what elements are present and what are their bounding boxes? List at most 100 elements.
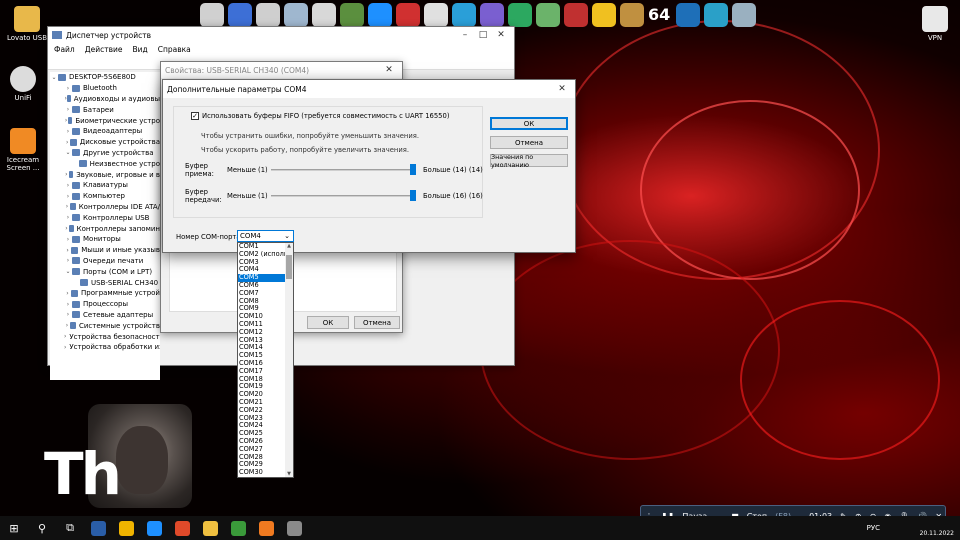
- desktop-app-icon[interactable]: [424, 3, 448, 27]
- com-port-option[interactable]: COM20: [238, 391, 286, 399]
- desktop-app-icon[interactable]: [620, 3, 644, 27]
- taskbar-app-icon[interactable]: [84, 516, 112, 540]
- expand-arrow-icon[interactable]: ›: [64, 106, 72, 113]
- taskbar-app-icon[interactable]: [140, 516, 168, 540]
- close-icon[interactable]: ✕: [553, 84, 571, 94]
- com-port-option[interactable]: COM17: [238, 368, 286, 376]
- com-port-option[interactable]: COM21: [238, 399, 286, 407]
- com-port-option[interactable]: COM7: [238, 290, 286, 298]
- tree-item[interactable]: › Биометрические устро: [50, 115, 160, 126]
- desktop-icon-lovato-usb[interactable]: Lovato USB: [4, 6, 50, 42]
- desktop-icon-unifi[interactable]: UniFi: [0, 66, 46, 102]
- menu-item[interactable]: Вид: [132, 45, 147, 54]
- expand-arrow-icon[interactable]: ›: [64, 171, 69, 178]
- tree-item[interactable]: › Компьютер: [50, 191, 160, 202]
- desktop-app-icon[interactable]: [256, 3, 280, 27]
- tree-item[interactable]: ⌄ Порты (COM и LPT): [50, 266, 160, 277]
- desktop-app-icon[interactable]: [452, 3, 476, 27]
- desktop-app-icon[interactable]: [228, 3, 252, 27]
- ok-button[interactable]: ОК: [490, 117, 568, 130]
- expand-arrow-icon[interactable]: ⌄: [50, 74, 58, 81]
- com-port-select[interactable]: COM4 ⌄: [237, 230, 294, 242]
- com-port-option[interactable]: COM23: [238, 415, 286, 423]
- com-port-option[interactable]: COM19: [238, 383, 286, 391]
- maximize-icon[interactable]: □: [474, 30, 492, 40]
- tree-item[interactable]: ›Устройства обработки изображений: [50, 342, 160, 353]
- desktop-app-icon[interactable]: 64: [648, 3, 672, 27]
- taskbar-app-icon[interactable]: [196, 516, 224, 540]
- tree-item[interactable]: › Программные устрой: [50, 288, 160, 299]
- cancel-button[interactable]: Отмена: [354, 316, 400, 329]
- com-port-option[interactable]: COM5: [238, 274, 286, 282]
- tree-item[interactable]: › Контроллеры USB: [50, 212, 160, 223]
- menu-item[interactable]: Справка: [158, 45, 191, 54]
- cancel-button[interactable]: Отмена: [490, 136, 568, 149]
- desktop-app-icon[interactable]: [676, 3, 700, 27]
- scrollbar-thumb[interactable]: [286, 255, 292, 279]
- tree-item[interactable]: › Мыши и иные указыв: [50, 245, 160, 256]
- expand-arrow-icon[interactable]: ›: [64, 247, 71, 254]
- desktop-app-icon[interactable]: [284, 3, 308, 27]
- expand-arrow-icon[interactable]: ›: [64, 344, 66, 351]
- tree-item[interactable]: › Звуковые, игровые и в: [50, 169, 160, 180]
- com-port-option[interactable]: COM1: [238, 243, 286, 251]
- desktop-app-icon[interactable]: [732, 3, 756, 27]
- tree-item[interactable]: › Устройства безопасности: [50, 331, 160, 342]
- taskbar-app-icon[interactable]: [168, 516, 196, 540]
- taskbar-app-icon[interactable]: [280, 516, 308, 540]
- minimize-icon[interactable]: –: [456, 30, 474, 40]
- desktop-icon-icecream[interactable]: Icecream Screen ...: [0, 128, 46, 172]
- dropdown-scrollbar[interactable]: ▲ ▼: [285, 243, 293, 477]
- expand-arrow-icon[interactable]: ›: [64, 236, 72, 243]
- expand-arrow-icon[interactable]: ⌄: [64, 268, 72, 275]
- com-port-option[interactable]: COM4: [238, 266, 286, 274]
- tree-item[interactable]: › Системные устройств: [50, 320, 160, 331]
- expand-arrow-icon[interactable]: ›: [64, 333, 66, 340]
- com-port-option[interactable]: COM26: [238, 438, 286, 446]
- tx-buffer-slider[interactable]: [271, 195, 413, 197]
- close-icon[interactable]: ✕: [380, 65, 398, 75]
- com-port-option[interactable]: COM24: [238, 422, 286, 430]
- tree-item[interactable]: › Контроллеры IDE ATA/: [50, 202, 160, 213]
- tree-item[interactable]: › Мониторы: [50, 234, 160, 245]
- desktop-app-icon[interactable]: [536, 3, 560, 27]
- search-icon[interactable]: ⚲: [28, 516, 56, 540]
- tree-item[interactable]: USB-SERIAL CH340: [50, 277, 160, 288]
- task-view-icon[interactable]: ⧉: [56, 516, 84, 540]
- desktop-app-icon[interactable]: [368, 3, 392, 27]
- ok-button[interactable]: ОК: [307, 316, 349, 329]
- tree-item[interactable]: › Батареи: [50, 104, 160, 115]
- taskbar-app-icon[interactable]: [112, 516, 140, 540]
- tree-item[interactable]: › Сетевые адаптеры: [50, 310, 160, 321]
- com-port-option[interactable]: COM18: [238, 376, 286, 384]
- tree-item[interactable]: › Дисковые устройства: [50, 137, 160, 148]
- desktop-app-icon[interactable]: [592, 3, 616, 27]
- desktop-app-icon[interactable]: [564, 3, 588, 27]
- expand-arrow-icon[interactable]: ›: [64, 85, 72, 92]
- desktop-app-icon[interactable]: [508, 3, 532, 27]
- fifo-checkbox[interactable]: ✓: [191, 112, 199, 120]
- tree-item[interactable]: › Bluetooth: [50, 83, 160, 94]
- rx-slider-thumb[interactable]: [410, 164, 416, 175]
- tree-item[interactable]: ⌄ DESKTOP-5S6E80D: [50, 72, 160, 83]
- desktop-app-icon[interactable]: [704, 3, 728, 27]
- rx-buffer-slider[interactable]: [271, 169, 413, 171]
- expand-arrow-icon[interactable]: ›: [64, 128, 72, 135]
- com-port-option[interactable]: COM29: [238, 461, 286, 469]
- com-port-option[interactable]: COM6: [238, 282, 286, 290]
- desktop-app-icon[interactable]: [480, 3, 504, 27]
- menu-item[interactable]: Файл: [54, 45, 75, 54]
- com-port-option[interactable]: COM3: [238, 259, 286, 267]
- menu-item[interactable]: Действие: [85, 45, 123, 54]
- scroll-down-icon[interactable]: ▼: [285, 471, 293, 477]
- expand-arrow-icon[interactable]: ›: [64, 290, 71, 297]
- com-port-dropdown[interactable]: COM1 COM2 (исполь COM3 COM4 COM5 COM6 COM7 COM8…: [237, 242, 294, 478]
- com-port-option[interactable]: COM12: [238, 329, 286, 337]
- com-port-option[interactable]: COM27: [238, 446, 286, 454]
- expand-arrow-icon[interactable]: ›: [64, 203, 70, 210]
- expand-arrow-icon[interactable]: ›: [64, 301, 72, 308]
- com-port-option[interactable]: COM16: [238, 360, 286, 368]
- com-port-option[interactable]: COM13: [238, 337, 286, 345]
- expand-arrow-icon[interactable]: ›: [64, 182, 72, 189]
- com-port-option[interactable]: COM2 (исполь: [238, 251, 286, 259]
